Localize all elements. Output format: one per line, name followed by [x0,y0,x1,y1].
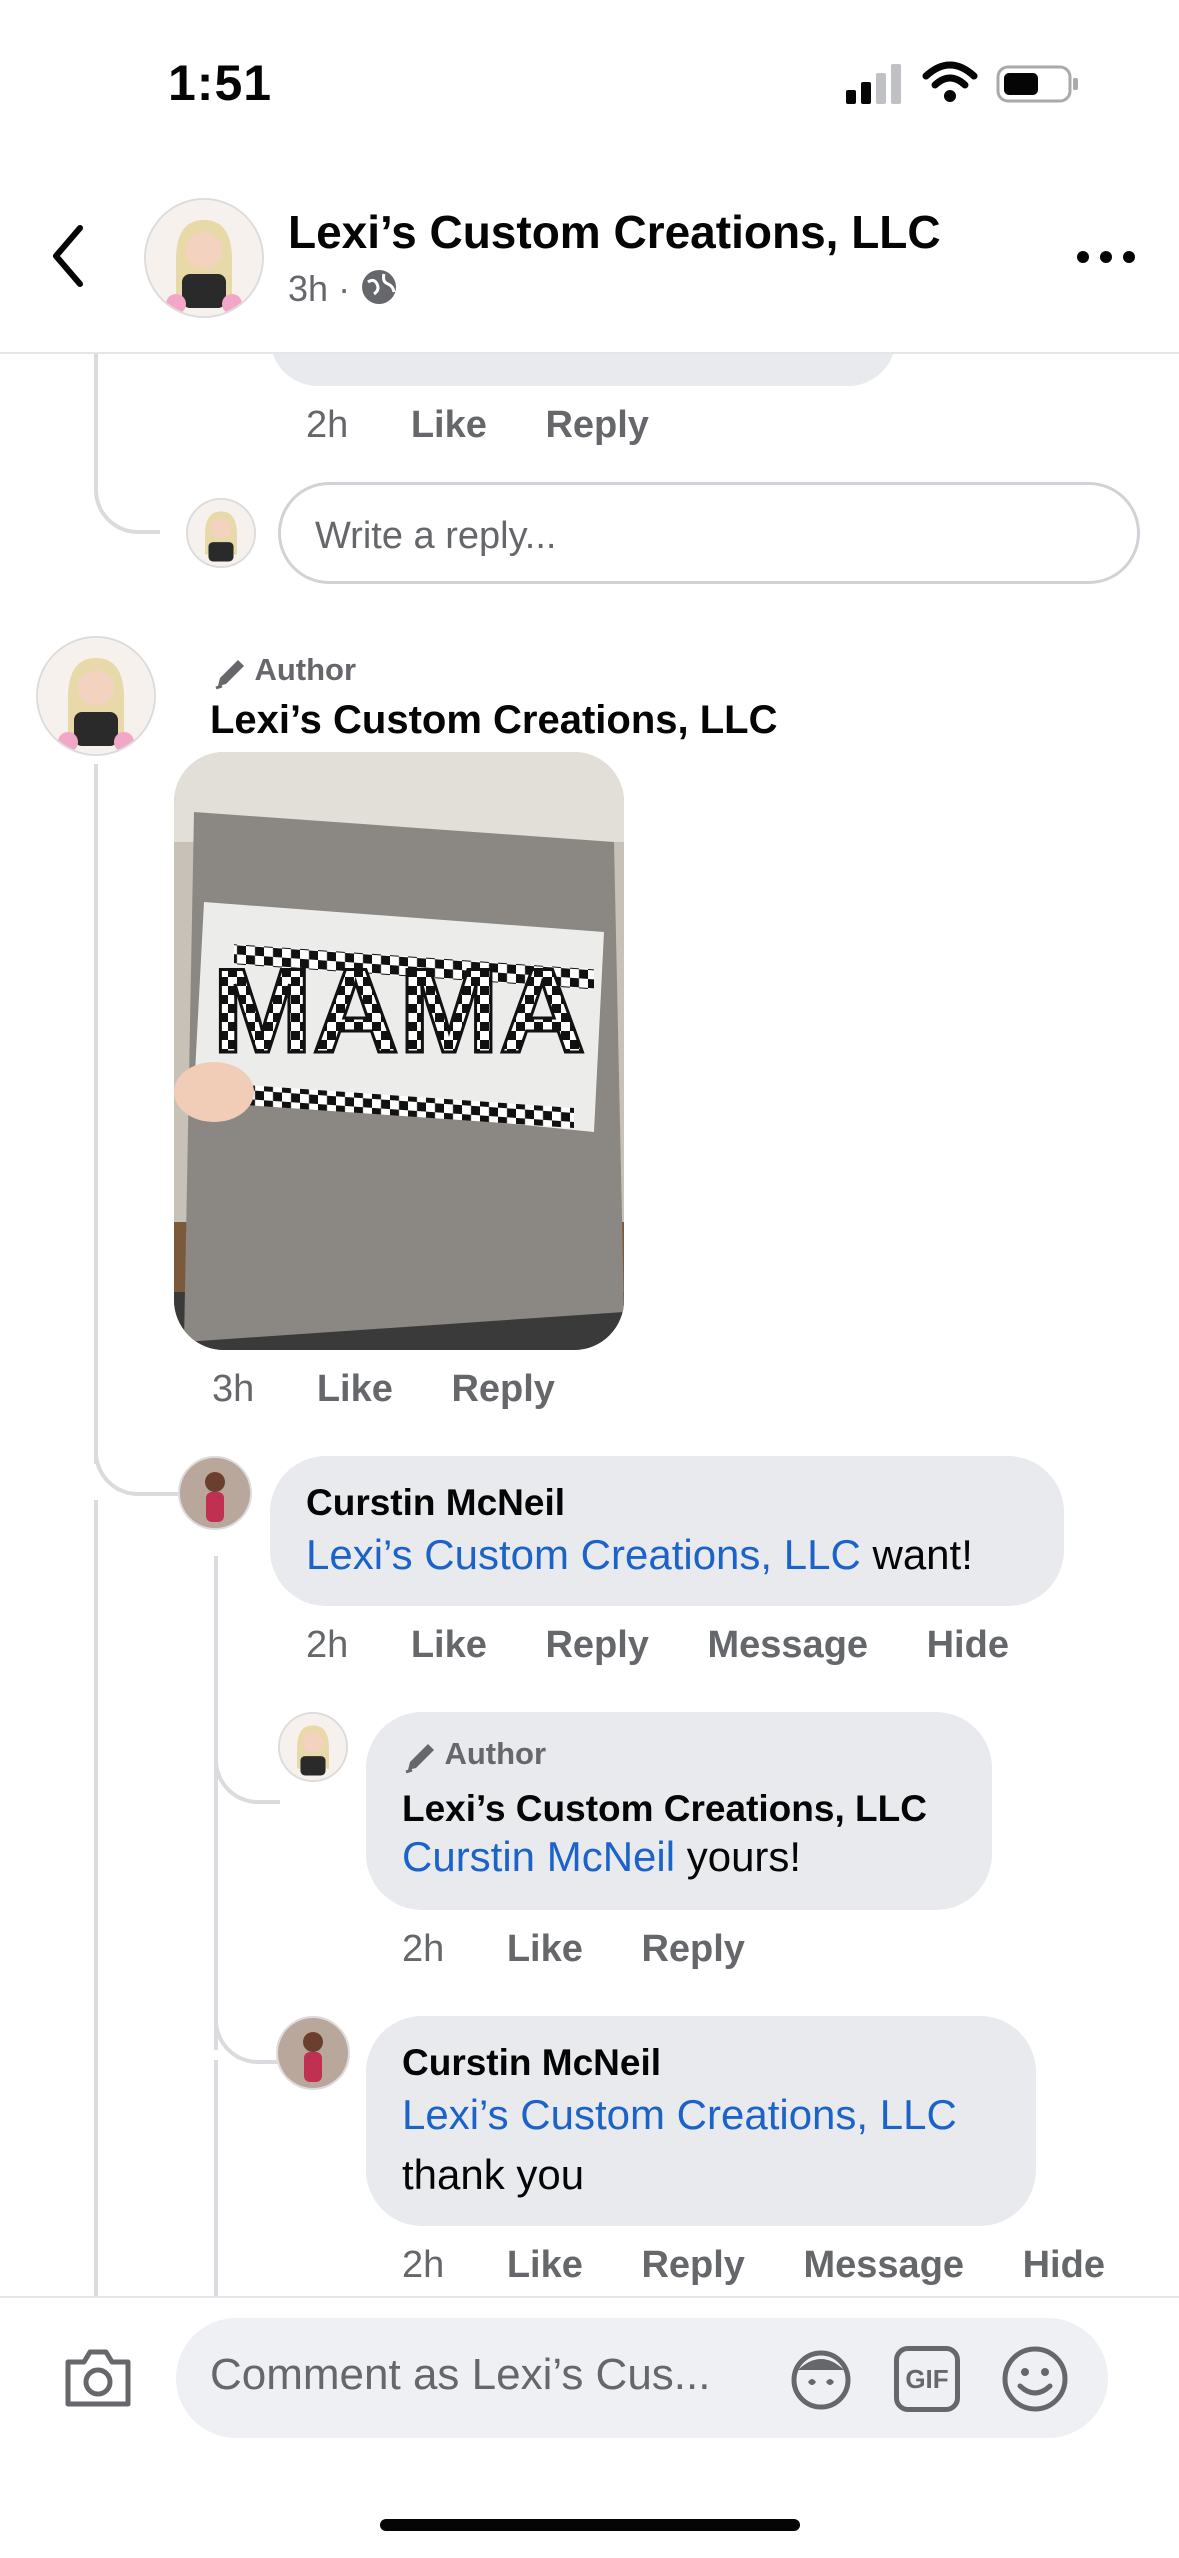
gif-icon[interactable]: GIF [894,2346,960,2412]
reply-author-name[interactable]: Curstin McNeil [306,1482,565,1524]
author-badge: Author [402,1736,546,1781]
comment-time: 3h [212,1368,255,1410]
image-text: MAMA [212,944,585,1078]
comment-photo[interactable]: MAMA [174,752,624,1350]
comment-author-avatar[interactable] [36,636,156,756]
page-avatar[interactable] [144,198,264,318]
post-meta: 3h · [288,268,398,315]
page-name[interactable]: Lexi’s Custom Creations, LLC [288,205,941,259]
like-button[interactable]: Like [507,1928,583,1970]
reply-body: thank you [402,2151,585,2198]
author-badge-label: Author [444,1736,547,1771]
reply-thread-curve [94,1420,178,1496]
reply-button[interactable]: Reply [451,1368,554,1410]
reply-text: Lexi’s Custom Creations, LLC want! [306,1528,973,1583]
prev-reply-time: 2h [306,404,349,446]
hide-button[interactable]: Hide [927,1624,1009,1666]
reply-actions: 2h Like Reply [402,1928,793,1971]
mention-link[interactable]: Curstin McNeil [402,1833,675,1880]
thread-line [94,354,98,484]
reply-bubble: Curstin McNeil Lexi’s Custom Creations, … [366,2016,1036,2226]
nested-thread-line-3 [214,2060,218,2296]
mention-link[interactable]: Lexi’s Custom Creations, LLC [306,1531,861,1578]
like-button[interactable]: Like [411,404,487,446]
reply-text: Curstin McNeil yours! [402,1830,801,1885]
prev-reply-actions: 2h Like Reply [306,404,697,447]
hide-button[interactable]: Hide [1023,2244,1105,2286]
reply-time: 2h [306,1624,349,1666]
reply-actions: 2h Like Reply Message Hide [402,2244,1153,2287]
pencil-icon [212,654,250,697]
battery-icon [996,64,1080,109]
back-chevron-icon[interactable] [46,222,90,295]
author-badge-label: Author [254,652,357,687]
mention-link[interactable]: Lexi’s Custom Creations, LLC [402,2088,957,2143]
reply-author-name[interactable]: Lexi’s Custom Creations, LLC [402,1788,927,1830]
reply-author-name[interactable]: Curstin McNeil [402,2042,661,2084]
reply-body: want! [860,1531,973,1578]
reply-bubble: Curstin McNeil Lexi’s Custom Creations, … [270,1456,1064,1606]
message-button[interactable]: Message [804,2244,965,2286]
pencil-icon [402,1738,440,1781]
thread-curve [94,470,160,534]
post-time: 3h [288,268,329,310]
reply-input[interactable]: Write a reply... [278,482,1140,584]
camera-icon[interactable] [62,2346,134,2415]
wifi-icon [922,60,978,109]
reply-body: yours! [675,1833,802,1880]
cellular-signal-icon [846,62,902,109]
emoji-icon[interactable] [1000,2344,1070,2419]
reply-time: 2h [402,1928,445,1970]
message-button[interactable]: Message [708,1624,869,1666]
like-button[interactable]: Like [507,2244,583,2286]
reply-time: 2h [402,2244,445,2286]
reply-bubble: Author Lexi’s Custom Creations, LLC Curs… [366,1712,992,1910]
reply-avatar[interactable] [278,1712,348,1782]
nested-thread-curve-2 [214,2000,280,2064]
comment-thread-line [94,764,98,1464]
reply-button[interactable]: Reply [641,1928,744,1970]
avatar-sticker-icon[interactable] [786,2344,856,2419]
nested-thread-curve [214,1740,280,1804]
more-options-icon[interactable] [1076,250,1136,269]
my-avatar [186,498,256,568]
reply-button[interactable]: Reply [641,2244,744,2286]
reply-button[interactable]: Reply [545,1624,648,1666]
status-time: 1:51 [168,55,273,111]
reply-button[interactable]: Reply [545,404,648,446]
home-indicator[interactable] [380,2519,800,2531]
reply-avatar[interactable] [276,2016,350,2090]
comment-thread-line-lower [94,1500,98,2296]
meta-dot: · [338,268,351,310]
comment-author-name[interactable]: Lexi’s Custom Creations, LLC [210,698,778,743]
like-button[interactable]: Like [411,1624,487,1666]
globe-icon [360,268,398,315]
gif-label: GIF [905,2364,949,2394]
comment-placeholder: Comment as Lexi’s Cus... [210,2350,711,2399]
comment-actions: 3h Like Reply [212,1368,603,1411]
reply-actions: 2h Like Reply Message Hide [306,1624,1057,1667]
like-button[interactable]: Like [317,1368,393,1410]
reply-avatar[interactable] [178,1456,252,1530]
author-badge: Author [212,652,356,697]
